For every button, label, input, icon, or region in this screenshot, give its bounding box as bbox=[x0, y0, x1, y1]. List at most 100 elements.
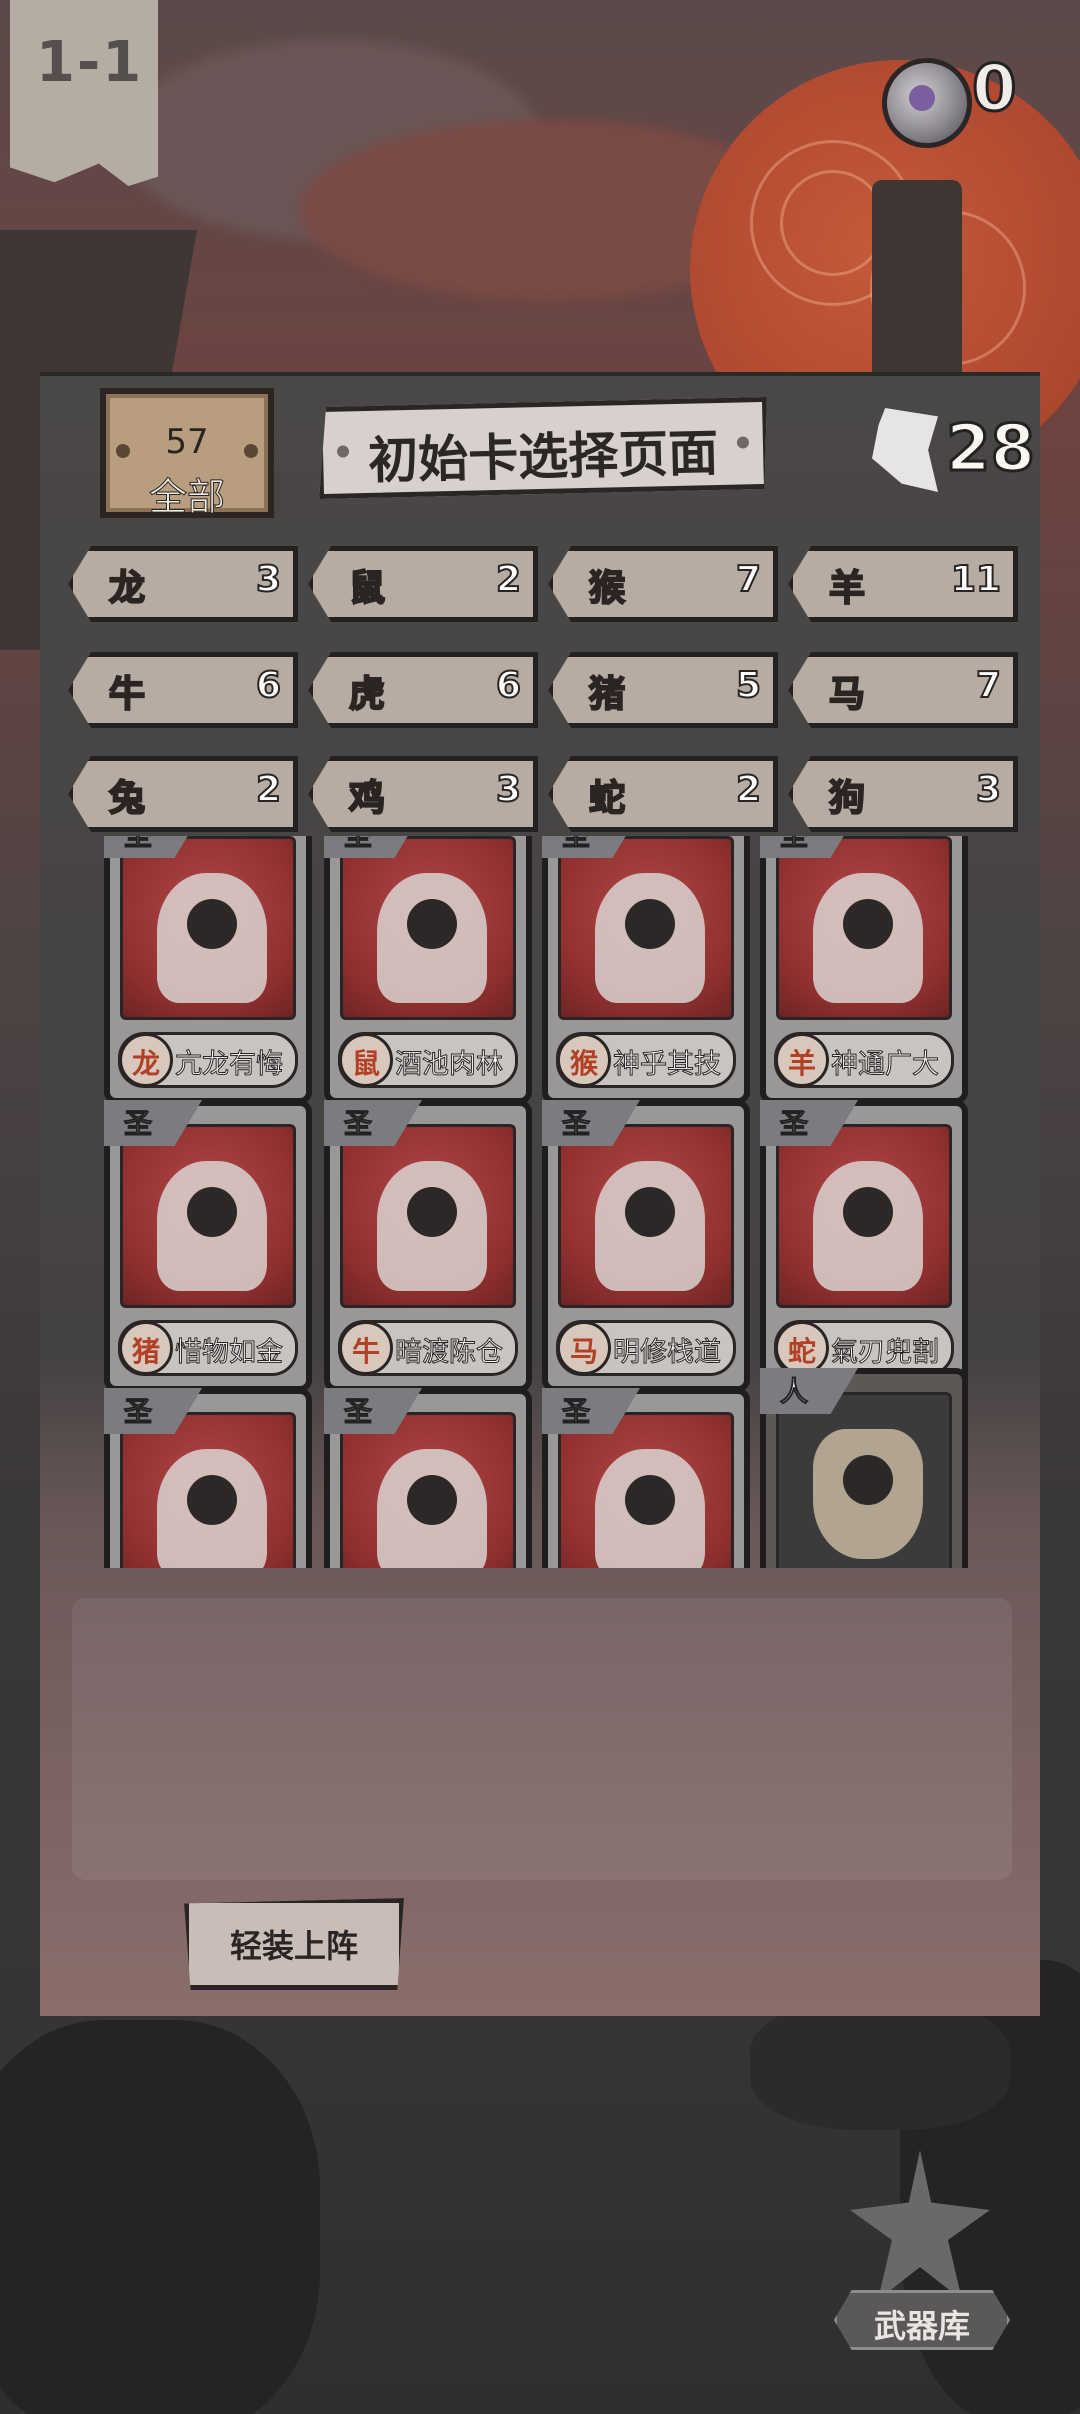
zodiac-badge: 羊 bbox=[775, 1033, 829, 1087]
zodiac-badge: 鼠 bbox=[339, 1033, 393, 1087]
zodiac-name: 羊 bbox=[828, 567, 866, 610]
zodiac-badge: 蛇 bbox=[775, 1321, 829, 1375]
card[interactable]: 圣 羊 神通广大 bbox=[760, 836, 968, 1104]
card[interactable]: 圣 bbox=[542, 1388, 750, 1568]
card-name-bar: 龙 亢龙有悔 bbox=[118, 1032, 298, 1088]
rank-text: 圣 bbox=[561, 836, 590, 854]
card[interactable]: 圣 猴 神乎其技 bbox=[542, 836, 750, 1104]
rank-text: 圣 bbox=[123, 1107, 153, 1141]
zodiac-filter-rat[interactable]: 鼠 2 bbox=[308, 546, 538, 622]
card[interactable]: 圣 马 明修栈道 bbox=[542, 1100, 750, 1392]
filter-all-label: 全部 bbox=[148, 475, 225, 520]
card-name-bar: 猴 神乎其技 bbox=[556, 1032, 736, 1088]
card[interactable]: 圣 鼠 酒池肉林 bbox=[324, 836, 532, 1104]
card-name: 酒池肉林 bbox=[395, 1049, 504, 1081]
equip-light-label: 轻装上阵 bbox=[229, 1927, 358, 1965]
card-name: 暗渡陈仓 bbox=[395, 1337, 504, 1369]
zodiac-text: 马 bbox=[569, 1335, 598, 1368]
zodiac-count: 3 bbox=[255, 558, 282, 601]
card-name: 氣刃兜割 bbox=[831, 1337, 940, 1369]
zodiac-name: 龙 bbox=[108, 567, 146, 610]
zodiac-name: 马 bbox=[828, 673, 866, 716]
card-description-box bbox=[72, 1598, 1012, 1880]
zodiac-name: 鸡 bbox=[348, 777, 386, 820]
card-art bbox=[776, 836, 952, 1020]
card-art bbox=[340, 1412, 516, 1568]
level-indicator: 1-1 bbox=[10, 0, 158, 186]
card[interactable]: 圣 龙 亢龙有悔 bbox=[104, 836, 312, 1104]
card[interactable]: 圣 猪 惜物如金 bbox=[104, 1100, 312, 1392]
rank-text: 圣 bbox=[561, 1107, 591, 1141]
rank-text: 圣 bbox=[561, 1395, 591, 1429]
card-art bbox=[120, 1124, 296, 1308]
card-name-bar: 马 明修栈道 bbox=[556, 1320, 736, 1376]
zodiac-badge: 马 bbox=[557, 1321, 611, 1375]
card-art bbox=[776, 1392, 952, 1568]
card-name: 亢龙有悔 bbox=[175, 1049, 284, 1081]
card[interactable]: 人 bbox=[760, 1368, 968, 1568]
card-art bbox=[776, 1124, 952, 1308]
zodiac-count: 2 bbox=[495, 558, 522, 601]
zodiac-count: 7 bbox=[735, 558, 762, 601]
card-art bbox=[120, 1412, 296, 1568]
zodiac-name: 鼠 bbox=[348, 567, 386, 610]
rank-text: 圣 bbox=[123, 836, 152, 854]
zodiac-name: 虎 bbox=[348, 673, 386, 716]
card-grid[interactable]: 圣 龙 亢龙有悔 圣 鼠 酒池肉林 圣 猴 神乎其技 圣 羊 神通广大 圣 bbox=[90, 836, 990, 1568]
zodiac-filter-dragon[interactable]: 龙 3 bbox=[68, 546, 298, 622]
zodiac-count: 3 bbox=[975, 768, 1002, 811]
zodiac-name: 蛇 bbox=[588, 777, 626, 820]
total-card-count: 57 bbox=[165, 422, 209, 462]
card-art bbox=[120, 836, 296, 1020]
card-art bbox=[340, 1124, 516, 1308]
tooth-count: 28 bbox=[944, 411, 1036, 488]
filter-all-button[interactable]: 57 全部 bbox=[100, 388, 274, 520]
zodiac-filter-pig[interactable]: 猪 5 bbox=[548, 652, 778, 728]
zodiac-badge: 牛 bbox=[339, 1321, 393, 1375]
zodiac-filter-ox[interactable]: 牛 6 bbox=[68, 652, 298, 728]
zodiac-count: 11 bbox=[950, 558, 1002, 601]
zodiac-text: 鼠 bbox=[351, 1047, 380, 1080]
card[interactable]: 圣 蛇 氣刃兜割 bbox=[760, 1100, 968, 1392]
zodiac-text: 蛇 bbox=[787, 1335, 816, 1368]
zodiac-filter-dog[interactable]: 狗 3 bbox=[788, 756, 1018, 832]
card[interactable]: 圣 bbox=[104, 1388, 312, 1568]
card-name: 神通广大 bbox=[831, 1049, 940, 1081]
zodiac-name: 猴 bbox=[588, 567, 626, 610]
rank-text: 人 bbox=[779, 1375, 809, 1409]
zodiac-count: 5 bbox=[735, 664, 762, 707]
zodiac-filter-tiger[interactable]: 虎 6 bbox=[308, 652, 538, 728]
zodiac-badge: 龙 bbox=[119, 1033, 173, 1087]
rank-text: 圣 bbox=[123, 1395, 153, 1429]
zodiac-count: 2 bbox=[255, 768, 282, 811]
zodiac-filter-rabbit[interactable]: 兔 2 bbox=[68, 756, 298, 832]
zodiac-badge: 猪 bbox=[119, 1321, 173, 1375]
zodiac-filter-goat[interactable]: 羊 11 bbox=[788, 546, 1018, 622]
zodiac-text: 猴 bbox=[569, 1047, 598, 1080]
zodiac-filter-snake[interactable]: 蛇 2 bbox=[548, 756, 778, 832]
zodiac-name: 兔 bbox=[108, 777, 146, 820]
zodiac-filter-rooster[interactable]: 鸡 3 bbox=[308, 756, 538, 832]
card-name-bar: 猪 惜物如金 bbox=[118, 1320, 298, 1376]
rank-text: 圣 bbox=[343, 1107, 373, 1141]
zodiac-filter-horse[interactable]: 马 7 bbox=[788, 652, 1018, 728]
rank-text: 圣 bbox=[343, 836, 372, 854]
gem-count: 0 bbox=[971, 51, 1019, 128]
equip-light-button[interactable]: 轻装上阵 bbox=[184, 1898, 404, 1990]
zodiac-badge: 猴 bbox=[557, 1033, 611, 1087]
page-title: 初始卡选择页面 bbox=[367, 424, 719, 490]
zodiac-name: 牛 bbox=[108, 673, 146, 716]
card-name-bar: 鼠 酒池肉林 bbox=[338, 1032, 518, 1088]
zodiac-count: 6 bbox=[495, 664, 522, 707]
zodiac-text: 龙 bbox=[131, 1047, 160, 1080]
card-name: 惜物如金 bbox=[175, 1337, 284, 1369]
card-art bbox=[558, 1412, 734, 1568]
dark-tree bbox=[0, 2020, 320, 2414]
card[interactable]: 圣 牛 暗渡陈仓 bbox=[324, 1100, 532, 1392]
armory-button[interactable]: 武器库 bbox=[810, 2140, 1030, 2360]
card-art bbox=[558, 1124, 734, 1308]
zodiac-filter-monkey[interactable]: 猴 7 bbox=[548, 546, 778, 622]
armory-label: 武器库 bbox=[873, 2307, 970, 2345]
card[interactable]: 圣 bbox=[324, 1388, 532, 1568]
creature-silhouette bbox=[750, 2000, 1010, 2130]
